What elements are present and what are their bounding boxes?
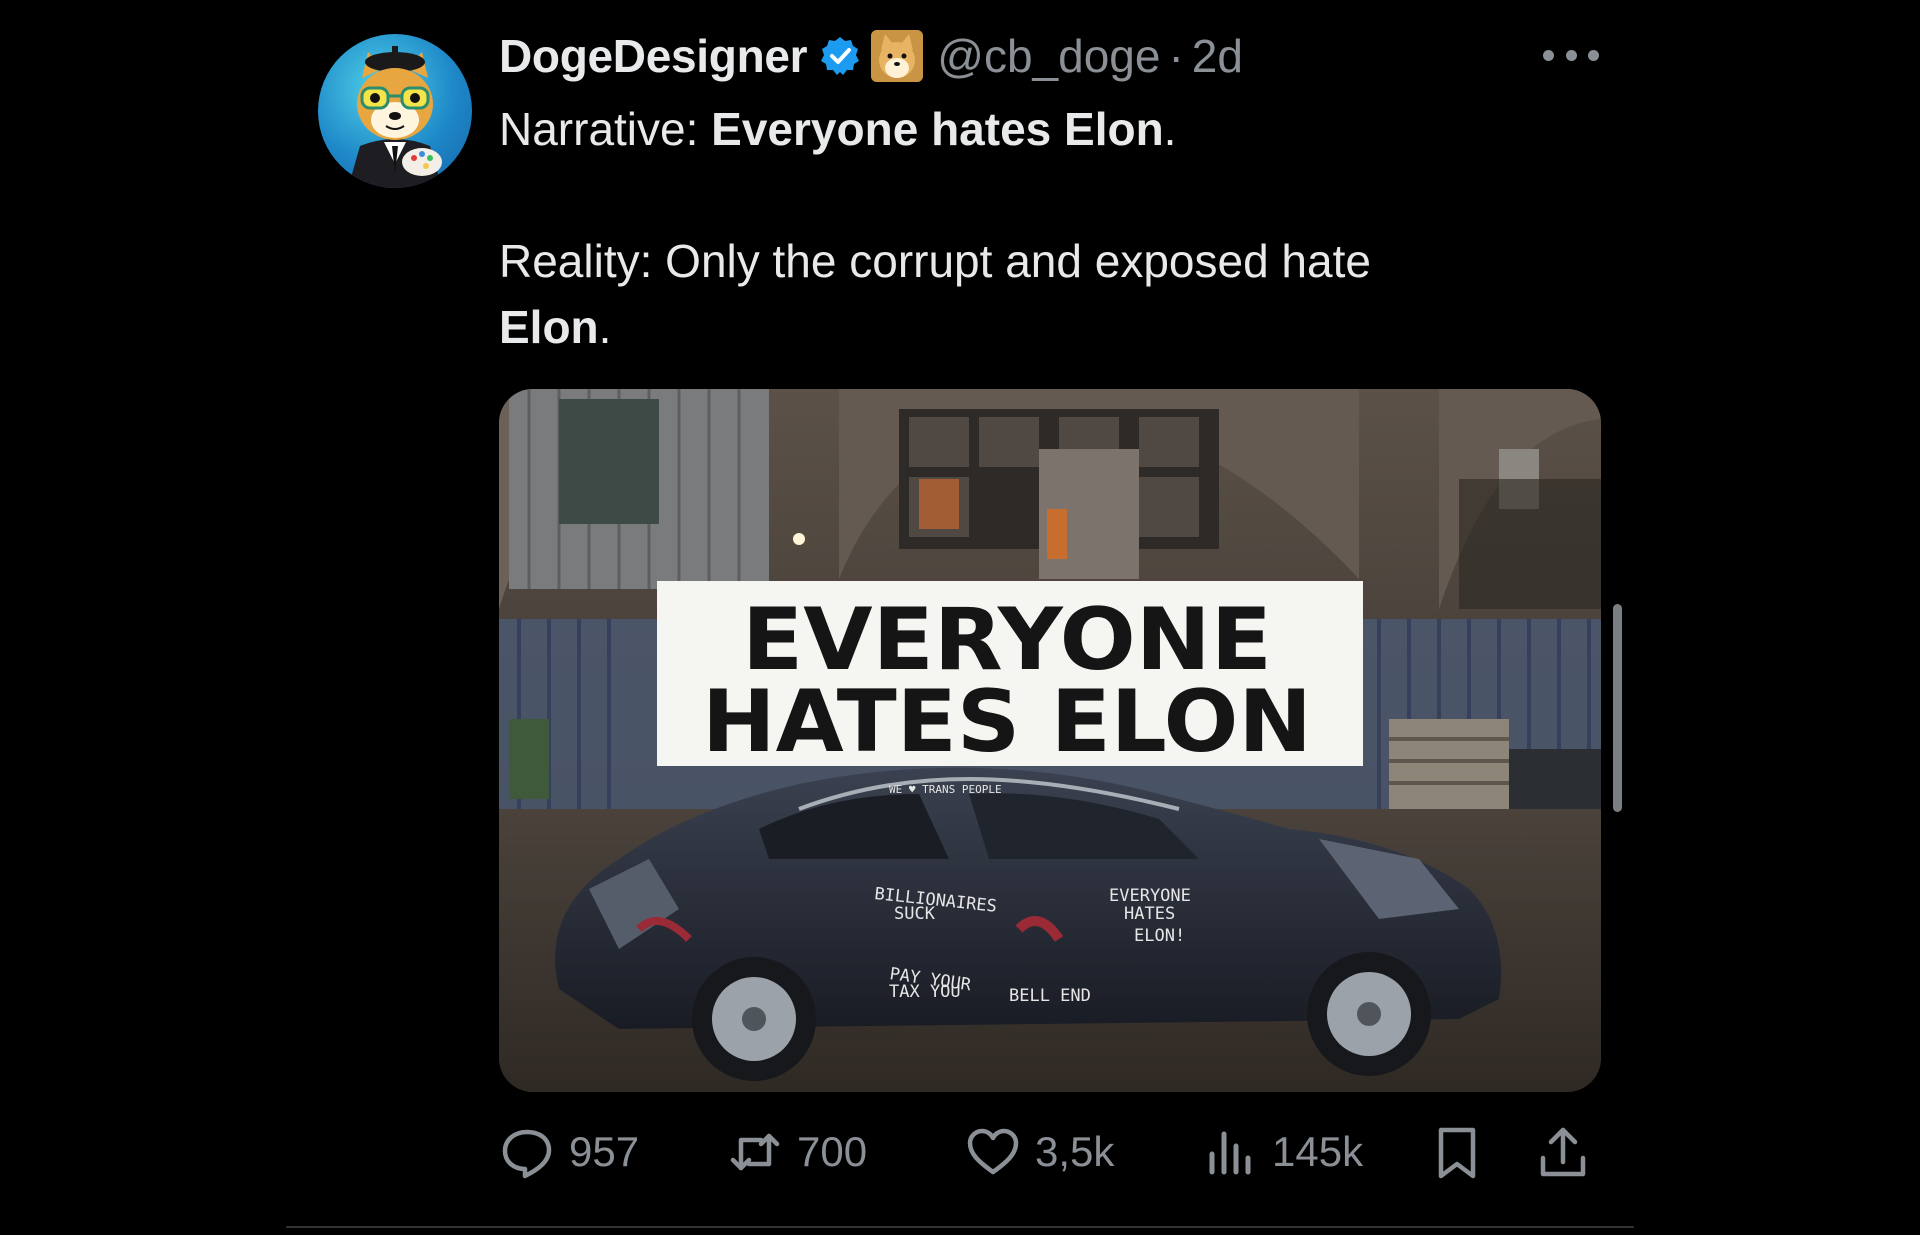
action-bar: 957 700 3,5k 145k [499, 1118, 1601, 1186]
like-button[interactable]: 3,5k [965, 1118, 1114, 1186]
graffiti-elon: ELON! [1134, 926, 1185, 946]
divider [286, 1226, 1634, 1228]
banner-line-2: HATES ELON [702, 672, 1312, 772]
share-button[interactable] [1535, 1118, 1591, 1186]
scrollbar[interactable] [1613, 604, 1622, 812]
graffiti-suck: SUCK [894, 904, 936, 924]
bookmark-icon [1429, 1124, 1485, 1180]
verified-badge-icon[interactable] [819, 35, 861, 77]
wrecked-car-photo: EVERYONE HATES ELON BILLIONAIRES SUCK PA… [499, 389, 1601, 1092]
repost-count: 700 [797, 1128, 868, 1175]
tweet-media-image[interactable]: EVERYONE HATES ELON BILLIONAIRES SUCK PA… [499, 389, 1601, 1092]
repost-icon [727, 1124, 783, 1180]
doge-affiliate-badge-icon[interactable] [871, 30, 924, 82]
doge-artist-avatar-image [348, 46, 442, 188]
tweet-text-line-3: Elon. [499, 301, 612, 353]
separator-dot: · [1168, 30, 1184, 82]
views-button[interactable]: 145k [1202, 1118, 1363, 1186]
reply-button[interactable]: 957 [499, 1118, 639, 1186]
like-count: 3,5k [1035, 1128, 1115, 1175]
avatar[interactable] [318, 34, 472, 188]
timestamp[interactable]: 2d [1192, 29, 1243, 83]
graffiti-hates: HATES [1124, 904, 1175, 924]
handle[interactable]: @cb_doge [937, 29, 1160, 83]
heart-icon [965, 1124, 1021, 1180]
reply-count: 957 [569, 1128, 640, 1175]
share-icon [1535, 1124, 1591, 1180]
bookmark-button[interactable] [1429, 1118, 1485, 1186]
tweet-text-line-1: Narrative: Everyone hates Elon. [499, 103, 1177, 155]
views-icon [1202, 1124, 1258, 1180]
views-count: 145k [1272, 1128, 1364, 1175]
tweet-text: Narrative: Everyone hates Elon. Reality:… [499, 96, 1599, 360]
more-dots-icon[interactable] [1543, 44, 1599, 66]
tweet-text-line-2: Reality: Only the corrupt and exposed ha… [499, 235, 1371, 287]
graffiti-bellend: BELL END [1009, 986, 1091, 1006]
tweet-header: DogeDesigner @cb_doge · 2d [499, 24, 1243, 88]
repost-button[interactable]: 700 [727, 1118, 867, 1186]
graffiti-tax: TAX YOU [889, 982, 961, 1002]
graffiti-everyone: EVERYONE [1109, 886, 1191, 906]
reply-icon [499, 1124, 555, 1180]
display-name[interactable]: DogeDesigner [499, 29, 808, 83]
graffiti-roof: WE ♥ TRANS PEOPLE [889, 783, 1002, 796]
tweet-page: DogeDesigner @cb_doge · 2d Narrative: Ev… [0, 0, 1920, 1235]
